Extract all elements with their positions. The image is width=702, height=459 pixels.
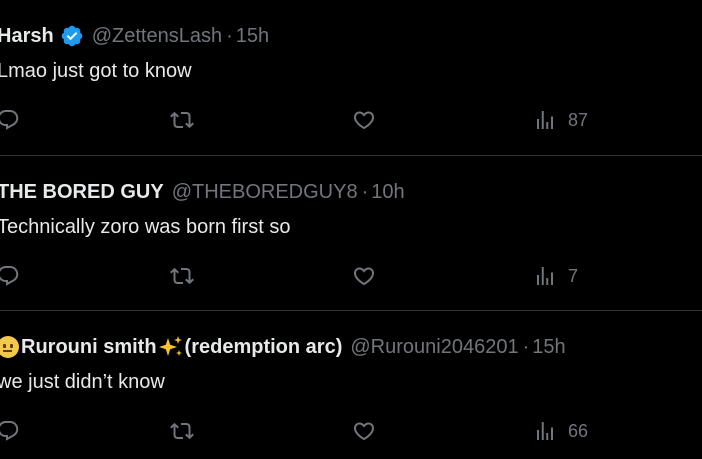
views-count: 7 [568, 265, 579, 286]
author-name[interactable]: Harsh [0, 24, 54, 48]
like-button[interactable] [352, 106, 376, 134]
tweet-header: Harsh @ZettensLash · 15h [0, 24, 269, 48]
views-button[interactable]: 66 [533, 417, 588, 445]
retweet-icon [170, 264, 194, 288]
author-handle[interactable]: @THEBOREDGUY8 [172, 180, 358, 204]
like-icon [352, 108, 376, 132]
author-handle[interactable]: @Rurouni2046201 [350, 335, 518, 359]
views-count: 87 [568, 109, 589, 130]
tweet-header: THE BORED GUY @THEBOREDGUY8 · 10h [0, 180, 405, 204]
reply-icon [0, 264, 20, 288]
verified-badge-icon [60, 24, 84, 48]
tweet-1[interactable]: Harsh @ZettensLash · 15h Lmao just got t… [0, 0, 702, 155]
sparkles-emoji [157, 335, 185, 359]
separator-dot: · [522, 336, 530, 358]
views-button[interactable]: 7 [533, 262, 578, 290]
tweet-2[interactable]: THE BORED GUY @THEBOREDGUY8 · 10h Techni… [0, 155, 702, 310]
retweet-button[interactable] [170, 417, 194, 445]
tweet-actions: 87 [0, 106, 702, 134]
tweet-actions: 7 [0, 262, 702, 290]
views-icon [533, 108, 557, 132]
author-name-suffix[interactable]: (redemption arc) [185, 335, 343, 359]
reply-button[interactable] [0, 417, 20, 445]
author-name[interactable]: Rurouni smith [21, 335, 157, 359]
reply-button[interactable] [0, 262, 20, 290]
like-button[interactable] [352, 417, 376, 445]
tweet-3[interactable]: Rurouni smith (redemption arc) @Rurouni2… [0, 310, 702, 459]
author-name[interactable]: THE BORED GUY [0, 180, 164, 204]
reply-icon [0, 419, 20, 443]
tweet-header: Rurouni smith (redemption arc) @Rurouni2… [0, 335, 566, 359]
tweet-text: we just didn’t know [0, 371, 165, 393]
tweet-text: Technically zoro was born first so [0, 216, 291, 238]
like-button[interactable] [352, 262, 376, 290]
views-icon [533, 419, 557, 443]
timestamp[interactable]: 10h [371, 180, 404, 204]
views-icon [533, 264, 557, 288]
reply-button[interactable] [0, 106, 20, 134]
timestamp[interactable]: 15h [236, 24, 269, 48]
like-icon [352, 264, 376, 288]
views-count: 66 [568, 420, 589, 441]
tweet-actions: 66 [0, 417, 702, 445]
author-handle[interactable]: @ZettensLash [92, 24, 222, 48]
retweet-button[interactable] [170, 262, 194, 290]
like-icon [352, 419, 376, 443]
neutral-face-emoji [0, 336, 19, 358]
retweet-icon [170, 419, 194, 443]
tweet-feed: Harsh @ZettensLash · 15h Lmao just got t… [0, 0, 702, 459]
retweet-button[interactable] [170, 106, 194, 134]
retweet-icon [170, 108, 194, 132]
views-button[interactable]: 87 [533, 106, 588, 134]
timestamp[interactable]: 15h [532, 335, 565, 359]
separator-dot: · [226, 25, 233, 47]
reply-icon [0, 108, 20, 132]
separator-dot: · [361, 181, 369, 203]
tweet-text: Lmao just got to know [0, 60, 192, 82]
